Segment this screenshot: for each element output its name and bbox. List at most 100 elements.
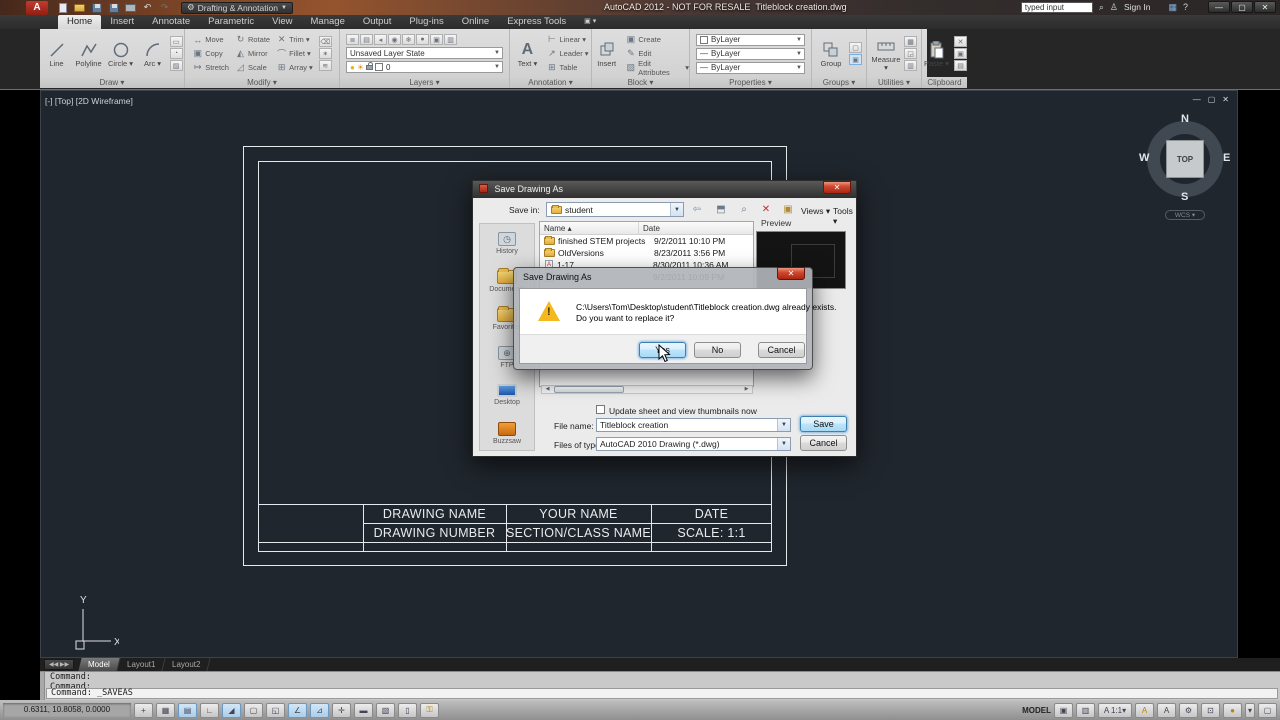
tools-dropdown[interactable]: Tools ▾: [833, 206, 856, 227]
layer-prev-icon[interactable]: ◂: [374, 34, 387, 45]
layer-lock-icon[interactable]: ▣: [430, 34, 443, 45]
autocad-menu-button[interactable]: A: [26, 0, 48, 15]
tab-plugins[interactable]: Plug-ins: [400, 15, 452, 29]
toolbar-lock-icon[interactable]: ⊡: [1201, 702, 1220, 718]
osnap-toggle[interactable]: ▢: [244, 702, 263, 718]
scroll-left-icon[interactable]: ◀: [542, 386, 553, 393]
tab-manage[interactable]: Manage: [302, 15, 354, 29]
offset-tool-icon[interactable]: ≋: [318, 60, 332, 71]
explode-tool-icon[interactable]: ✶: [318, 48, 332, 59]
help-icon[interactable]: ?: [1183, 2, 1188, 12]
hatch-tool-icon[interactable]: ▨: [169, 60, 183, 71]
quick-calc-icon[interactable]: ◲: [904, 48, 917, 59]
match-properties-icon[interactable]: ▤: [954, 60, 967, 71]
group-edit-icon[interactable]: ▣: [849, 54, 862, 65]
model-space-button[interactable]: MODEL: [1022, 706, 1051, 715]
edit-attributes-button[interactable]: ▧ Edit Attributes ▾: [625, 59, 689, 77]
isolate-objects-bulb-icon[interactable]: ●: [1223, 702, 1242, 718]
panel-label-properties[interactable]: Properties ▾: [690, 77, 811, 88]
array-button[interactable]: ⊞ Array ▾: [276, 61, 313, 74]
tab-express-tools[interactable]: Express Tools: [498, 15, 575, 29]
leader-button[interactable]: ↗ Leader ▾: [546, 47, 588, 60]
panel-label-draw[interactable]: Draw ▾: [40, 77, 184, 88]
coordinates-readout[interactable]: 0.6311, 10.8058, 0.0000: [3, 703, 131, 717]
no-button[interactable]: No: [694, 342, 741, 358]
layout-quickview-icon[interactable]: ▣: [1054, 702, 1073, 718]
command-window-grip[interactable]: [40, 672, 45, 700]
text-button[interactable]: A Text ▾: [512, 40, 542, 68]
save-icon[interactable]: [90, 2, 103, 13]
save-as-icon[interactable]: [107, 2, 120, 13]
save-dialog-titlebar[interactable]: Save Drawing As: [473, 181, 856, 198]
ribbon-state-toggle-icon[interactable]: ▣ ▾: [575, 15, 605, 29]
sign-in-button[interactable]: Sign In: [1124, 2, 1150, 12]
scrollbar-thumb[interactable]: [554, 386, 624, 393]
workspace-switch-gear-icon[interactable]: ⚙: [1179, 702, 1198, 718]
infer-constraints-toggle[interactable]: +: [134, 702, 153, 718]
rotate-button[interactable]: ↻ Rotate: [235, 33, 270, 46]
mirror-button[interactable]: ◭ Mirror: [235, 47, 270, 60]
scale-button[interactable]: ◿ Scale: [235, 61, 270, 74]
layer-walk-icon[interactable]: ▥: [444, 34, 457, 45]
ellipse-tool-icon[interactable]: ◔: [169, 48, 183, 59]
ducs-toggle[interactable]: ⊿: [310, 702, 329, 718]
rectangle-tool-icon[interactable]: ▭: [169, 36, 183, 47]
clean-screen-icon[interactable]: ▢: [1258, 702, 1277, 718]
tab-home[interactable]: Home: [58, 15, 102, 29]
open-file-icon[interactable]: [73, 2, 86, 13]
viewcube-west[interactable]: W: [1139, 152, 1149, 164]
column-header-date[interactable]: Date: [639, 222, 660, 234]
linear-dimension-button[interactable]: ⊢ Linear ▾: [546, 33, 588, 46]
tab-output[interactable]: Output: [354, 15, 401, 29]
panel-label-clipboard[interactable]: Clipboard: [922, 77, 967, 88]
tab-parametric[interactable]: Parametric: [199, 15, 263, 29]
file-row[interactable]: finished STEM projects 9/2/2011 10:10 PM: [540, 235, 753, 247]
wcs-dropdown[interactable]: WCS ▾: [1165, 210, 1205, 220]
drawing-quickview-icon[interactable]: ▥: [1076, 702, 1095, 718]
arc-button[interactable]: Arc ▾: [138, 40, 168, 68]
tab-layout1[interactable]: Layout1: [117, 658, 167, 671]
delete-icon[interactable]: ✕: [758, 203, 774, 217]
save-button[interactable]: Save: [800, 416, 847, 432]
stretch-button[interactable]: ↦ Stretch: [192, 61, 229, 74]
place-buzzsaw[interactable]: Buzzsaw: [480, 414, 534, 452]
save-dialog-close-button[interactable]: ✕: [823, 181, 851, 194]
exchange-icon[interactable]: ▦: [1168, 2, 1177, 13]
tab-insert[interactable]: Insert: [101, 15, 143, 29]
selection-cycling-toggle[interactable]: ⚿: [420, 702, 439, 718]
insert-block-button[interactable]: Insert: [592, 40, 621, 68]
trim-button[interactable]: ✕ Trim ▾: [276, 33, 313, 46]
file-row[interactable]: OldVersions 8/23/2011 3:56 PM: [540, 247, 753, 259]
paste-button[interactable]: Paste ▾: [922, 40, 951, 68]
linetype-dropdown[interactable]: — ByLayer ▼: [696, 61, 805, 74]
annotation-scale-dropdown[interactable]: A 1:1 ▾: [1098, 702, 1132, 718]
plot-icon[interactable]: [124, 2, 137, 13]
place-desktop[interactable]: Desktop: [480, 376, 534, 414]
layer-dropdown[interactable]: ● ☀ 0 ▼: [346, 61, 503, 73]
command-input[interactable]: Command: _SAVEAS: [46, 688, 1278, 699]
layer-off-icon[interactable]: ●: [416, 34, 429, 45]
viewcube-face[interactable]: TOP: [1166, 140, 1204, 178]
line-button[interactable]: Line: [42, 40, 72, 68]
cut-icon[interactable]: ✕: [954, 36, 967, 47]
place-history[interactable]: ◷ History: [480, 224, 534, 262]
copy-clip-icon[interactable]: ▣: [954, 48, 967, 59]
layout-nav-arrows[interactable]: ◀◀ ▶▶: [44, 659, 75, 670]
fillet-button[interactable]: ⌒ Fillet ▾: [276, 47, 313, 60]
redo-icon[interactable]: ↷: [158, 2, 171, 13]
new-folder-icon[interactable]: ▣: [780, 203, 796, 217]
scroll-right-icon[interactable]: ▶: [741, 386, 752, 393]
table-button[interactable]: ⊞ Table: [546, 61, 588, 74]
search-input[interactable]: [1020, 1, 1093, 13]
id-point-icon[interactable]: ▥: [904, 60, 917, 71]
create-block-button[interactable]: ▣ Create: [625, 33, 689, 46]
maximize-button[interactable]: ▢: [1231, 1, 1253, 13]
layer-match-icon[interactable]: ▤: [360, 34, 373, 45]
tab-view[interactable]: View: [263, 15, 301, 29]
up-one-level-icon[interactable]: ⬒: [713, 203, 729, 217]
save-in-dropdown[interactable]: student ▼: [546, 202, 684, 217]
viewcube-north[interactable]: N: [1181, 113, 1189, 125]
doc-minimize-icon[interactable]: —: [1193, 95, 1201, 104]
panel-label-modify[interactable]: Modify ▾: [185, 77, 339, 88]
command-line-window[interactable]: Command: Command: Command: _SAVEAS: [40, 671, 1280, 700]
